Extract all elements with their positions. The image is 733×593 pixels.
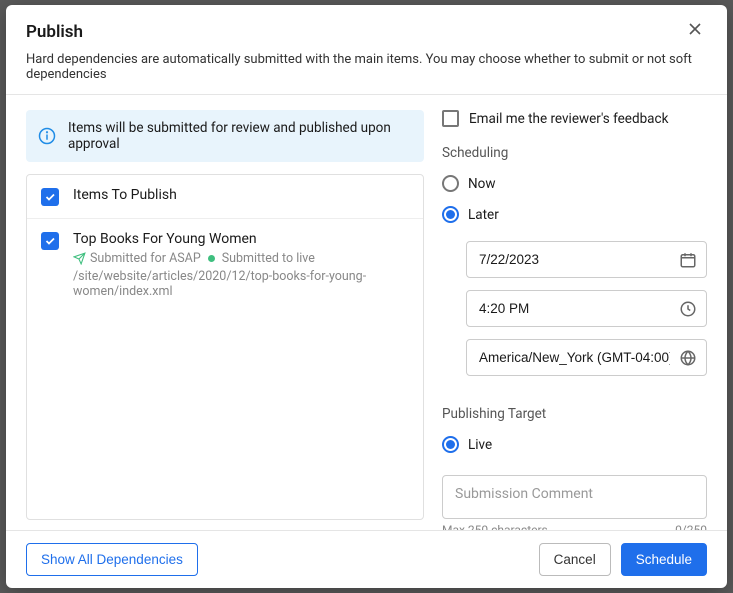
calendar-icon: [679, 251, 697, 269]
time-field[interactable]: [466, 290, 707, 327]
items-header-checkbox[interactable]: [41, 188, 59, 206]
close-icon: [687, 21, 703, 37]
item-title: Top Books For Young Women: [73, 231, 409, 247]
timezone-field[interactable]: [466, 339, 707, 376]
globe-icon: [679, 349, 697, 367]
close-button[interactable]: [683, 19, 707, 44]
dialog-title: Publish: [26, 22, 83, 42]
radio-live-input[interactable]: [442, 436, 459, 453]
email-checkbox[interactable]: [442, 110, 459, 127]
comment-hint: Max 250 characters: [442, 523, 548, 530]
radio-later[interactable]: Later: [442, 206, 707, 223]
timezone-input[interactable]: [466, 339, 707, 376]
cancel-button[interactable]: Cancel: [539, 543, 611, 576]
publish-dialog: Publish Hard dependencies are automatica…: [6, 5, 727, 588]
dialog-footer: Show All Dependencies Cancel Schedule: [6, 530, 727, 588]
radio-later-label: Later: [468, 207, 499, 223]
items-header-row[interactable]: Items To Publish: [27, 175, 423, 219]
info-icon: [38, 127, 56, 145]
show-dependencies-button[interactable]: Show All Dependencies: [26, 543, 198, 576]
comment-input[interactable]: Submission Comment: [442, 475, 707, 519]
date-field[interactable]: [466, 241, 707, 278]
radio-live-label: Live: [468, 437, 492, 453]
clock-icon: [679, 300, 697, 318]
plane-icon: [73, 252, 86, 265]
time-input[interactable]: [466, 290, 707, 327]
item-path: /site/website/articles/2020/12/top-books…: [73, 269, 409, 299]
info-text: Items will be submitted for review and p…: [68, 120, 412, 152]
item-checkbox[interactable]: [41, 232, 59, 250]
radio-now-input[interactable]: [442, 175, 459, 192]
info-banner: Items will be submitted for review and p…: [26, 110, 424, 162]
status-dot-icon: [208, 255, 215, 262]
item-asap: Submitted for ASAP: [90, 251, 201, 266]
radio-later-input[interactable]: [442, 206, 459, 223]
dialog-subtitle: Hard dependencies are automatically subm…: [26, 52, 707, 82]
target-label: Publishing Target: [442, 406, 707, 422]
radio-now[interactable]: Now: [442, 175, 707, 192]
item-live: Submitted to live: [222, 251, 315, 266]
items-header-label: Items To Publish: [73, 187, 409, 203]
dialog-header: Publish Hard dependencies are automatica…: [6, 5, 727, 95]
email-label: Email me the reviewer's feedback: [469, 111, 668, 127]
email-checkbox-row[interactable]: Email me the reviewer's feedback: [442, 110, 707, 127]
date-input[interactable]: [466, 241, 707, 278]
scheduling-label: Scheduling: [442, 145, 707, 161]
item-row[interactable]: Top Books For Young Women Submitted for …: [27, 219, 423, 311]
comment-count: 0/250: [675, 523, 707, 530]
items-list: Items To Publish Top Books For Young Wom…: [26, 174, 424, 520]
schedule-button[interactable]: Schedule: [621, 543, 707, 576]
radio-live[interactable]: Live: [442, 436, 707, 453]
radio-now-label: Now: [468, 176, 495, 192]
